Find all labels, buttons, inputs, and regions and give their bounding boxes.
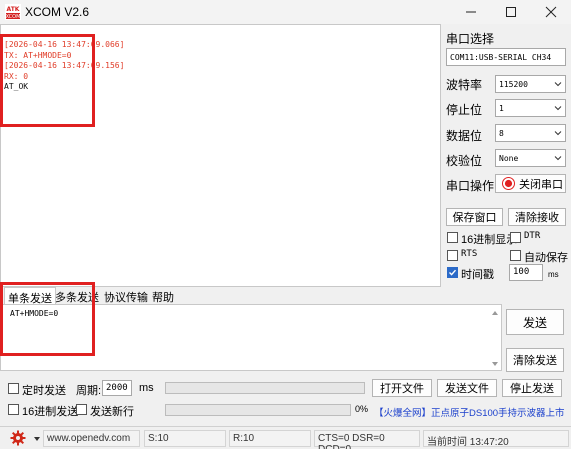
scroll-down-icon[interactable]: [492, 362, 498, 366]
rts-checkbox[interactable]: [447, 250, 458, 261]
current-time: 当前时间 13:47:20: [423, 430, 569, 448]
period-input[interactable]: 2000: [102, 380, 132, 396]
auto-save-checkbox[interactable]: [510, 250, 521, 261]
svg-text:ATK: ATK: [7, 6, 20, 13]
chevron-down-icon: [553, 128, 563, 138]
timed-send-label: 定时发送: [22, 385, 66, 397]
app-logo-icon: ATK XCOM: [5, 4, 21, 20]
status-bar: www.openedv.com S:10 R:10 CTS=0 DSR=0 DC…: [0, 426, 571, 449]
save-window-button[interactable]: 保存窗口: [446, 208, 503, 226]
clear-send-button[interactable]: 清除发送: [506, 348, 564, 372]
dtr-label: DTR: [524, 231, 541, 241]
chevron-down-icon: [553, 153, 563, 163]
minimize-button[interactable]: [451, 0, 491, 24]
stop-send-button[interactable]: 停止发送: [502, 379, 562, 397]
maximize-button[interactable]: [491, 0, 531, 24]
baud-select[interactable]: 115200: [495, 75, 566, 93]
send-newline-checkbox[interactable]: [76, 404, 87, 415]
received-count: R:10: [229, 430, 311, 447]
close-button[interactable]: [531, 0, 571, 24]
dtr-checkbox[interactable]: [510, 232, 521, 243]
window-title: XCOM V2.6: [25, 5, 90, 19]
hex-display-checkbox[interactable]: [447, 232, 458, 243]
chevron-down-icon: [553, 103, 563, 113]
maximize-icon: [506, 7, 516, 17]
close-port-button[interactable]: 关闭串口: [495, 174, 566, 193]
minimize-icon: [466, 11, 476, 13]
tab-protocol[interactable]: 协议传输: [101, 287, 151, 304]
parity-select[interactable]: None: [495, 149, 566, 167]
stop-bits-select[interactable]: 1: [495, 99, 566, 117]
send-button[interactable]: 发送: [506, 309, 564, 335]
stop-bits-label: 停止位: [446, 103, 483, 117]
port-select-label: 串口选择: [446, 32, 495, 46]
scroll-up-icon[interactable]: [492, 311, 498, 315]
port-select[interactable]: COM11:USB-SERIAL CH34: [446, 48, 566, 66]
clear-receive-button[interactable]: 清除接收: [508, 208, 566, 226]
timestamp-unit: ms: [548, 270, 559, 279]
chevron-down-icon: [553, 79, 563, 89]
tab-help[interactable]: 帮助: [149, 287, 177, 304]
period-unit: ms: [139, 382, 154, 394]
dropdown-arrow-icon[interactable]: [34, 437, 40, 441]
timestamp-label: 时间戳: [461, 269, 494, 281]
website-link[interactable]: www.openedv.com: [43, 430, 140, 447]
hex-send-label: 16进制发送: [22, 406, 79, 418]
ad-link[interactable]: 【火爆全网】正点原子DS100手持示波器上市: [374, 405, 565, 419]
parity-label: 校验位: [446, 154, 483, 168]
data-bits-select[interactable]: 8: [495, 124, 566, 142]
annotation-box-send: [0, 282, 95, 356]
send-newline-label: 发送新行: [90, 406, 134, 418]
data-bits-label: 数据位: [446, 129, 483, 143]
timestamp-checkbox[interactable]: [447, 267, 458, 278]
svg-text:XCOM: XCOM: [6, 14, 21, 20]
signal-status: CTS=0 DSR=0 DCD=0: [314, 430, 420, 449]
annotation-box-receive: [0, 34, 95, 127]
settings-gear-icon[interactable]: [10, 430, 26, 446]
title-bar: ATK XCOM XCOM V2.6: [0, 0, 571, 24]
progress-percent: 0%: [355, 404, 369, 414]
period-label: 周期:: [76, 385, 102, 397]
sent-count: S:10: [144, 430, 226, 447]
close-icon: [545, 6, 557, 18]
rts-label: RTS: [461, 249, 478, 259]
auto-save-label: 自动保存: [524, 252, 568, 264]
hex-send-checkbox[interactable]: [8, 404, 19, 415]
checkmark-icon: [449, 269, 457, 276]
baud-label: 波特率: [446, 78, 483, 92]
timestamp-interval-input[interactable]: 100: [509, 264, 543, 281]
send-file-button[interactable]: 发送文件: [437, 379, 497, 397]
port-operation-label: 串口操作: [446, 179, 495, 193]
port-status-icon: [502, 177, 515, 190]
hex-display-label: 16进制显示: [461, 234, 518, 246]
timed-send-checkbox[interactable]: [8, 383, 19, 394]
open-file-button[interactable]: 打开文件: [372, 379, 432, 397]
file-send-progress: [165, 404, 351, 416]
timed-send-bar: [165, 382, 365, 394]
